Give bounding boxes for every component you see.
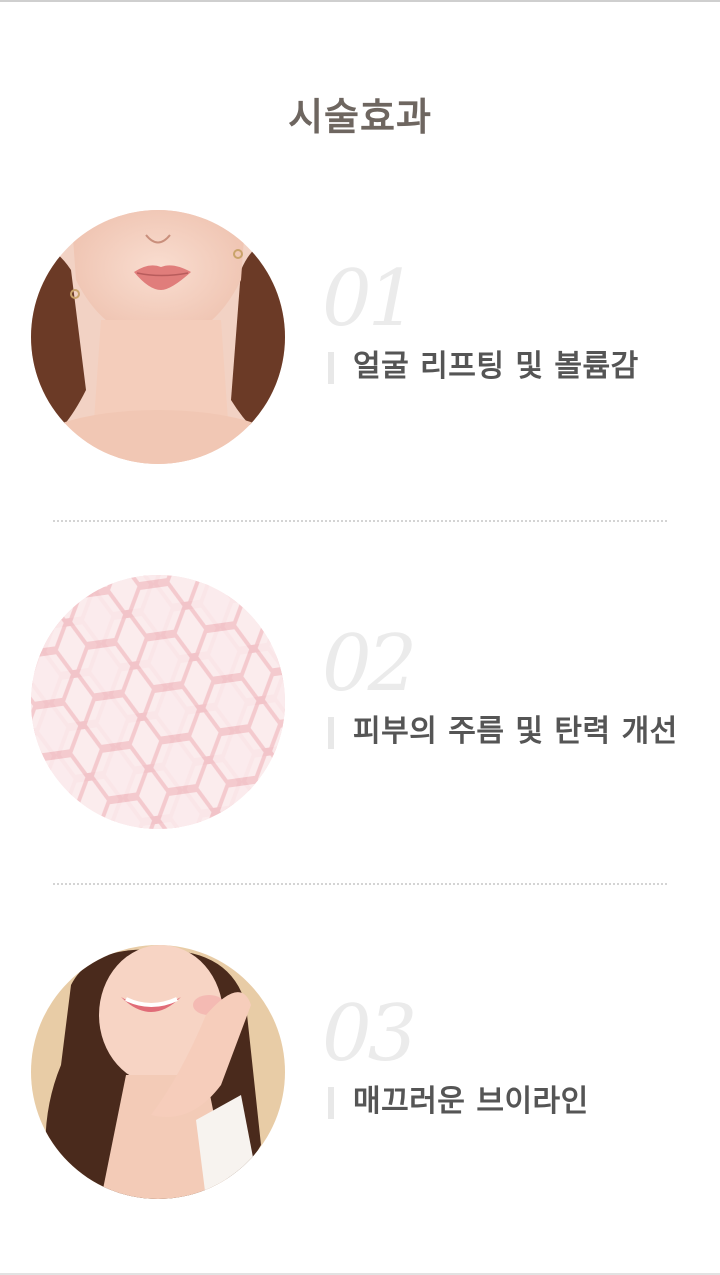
effect-number: 01 [322, 254, 417, 344]
effect-item-2: 02 피부의 주름 및 탄력 개선 [0, 575, 720, 835]
effect-item-1: 01 얼굴 리프팅 및 볼륨감 [0, 210, 720, 470]
dotted-divider [53, 883, 667, 885]
effect-label: 피부의 주름 및 탄력 개선 [353, 714, 678, 749]
effect-number: 03 [322, 989, 417, 1079]
v-line-photo [31, 945, 285, 1199]
top-border [0, 0, 720, 2]
face-lifting-photo [31, 210, 285, 464]
page-title: 시술효과 [288, 95, 432, 139]
honeycomb-texture-image [31, 575, 285, 829]
label-accent-bar [328, 717, 334, 749]
label-accent-bar [328, 1087, 334, 1119]
effect-label: 얼굴 리프팅 및 볼륨감 [353, 349, 639, 384]
effect-item-3: 03 매끄러운 브이라인 [0, 945, 720, 1205]
effect-number: 02 [322, 619, 417, 709]
effect-label: 매끄러운 브이라인 [353, 1084, 589, 1119]
dotted-divider [53, 520, 667, 522]
label-accent-bar [328, 352, 334, 384]
